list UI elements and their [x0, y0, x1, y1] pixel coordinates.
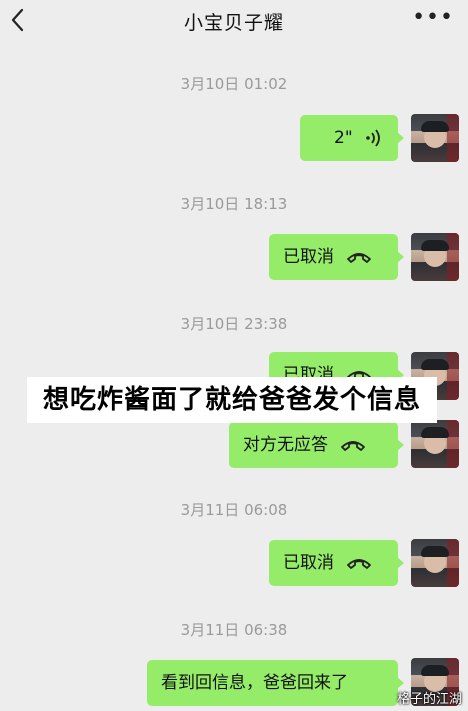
- avatar[interactable]: [411, 233, 459, 281]
- call-record-bubble[interactable]: 对方无应答: [229, 422, 404, 468]
- chat-header: 小宝贝子耀 •••: [0, 0, 468, 40]
- timestamp: 3月11日 06:38: [180, 621, 288, 639]
- watermark: 格子的江湖: [396, 692, 462, 707]
- video-caption: 想吃炸酱面了就给爸爸发个信息: [27, 377, 437, 423]
- voice-duration: 2": [334, 128, 353, 148]
- timestamp: 3月10日 01:02: [180, 75, 288, 93]
- call-status-text: 已取消: [283, 247, 334, 267]
- call-status-text: 对方无应答: [243, 435, 328, 455]
- chat-title: 小宝贝子耀: [183, 12, 284, 34]
- phone-hangup-icon: [340, 438, 366, 452]
- timestamp: 3月11日 06:08: [180, 501, 288, 519]
- timestamp: 3月10日 18:13: [180, 195, 288, 213]
- avatar[interactable]: [411, 114, 459, 162]
- phone-hangup-icon: [346, 250, 372, 264]
- call-status-text: 已取消: [283, 553, 334, 573]
- avatar[interactable]: [411, 420, 459, 468]
- more-options-button[interactable]: •••: [412, 7, 454, 29]
- text-message-bubble[interactable]: 看到回信息，爸爸回来了: [147, 660, 404, 706]
- call-record-bubble[interactable]: 已取消: [269, 540, 404, 586]
- call-record-bubble[interactable]: 已取消: [269, 234, 404, 280]
- voice-message-bubble[interactable]: 2": [300, 115, 404, 161]
- avatar[interactable]: [411, 539, 459, 587]
- phone-hangup-icon: [346, 556, 372, 570]
- voice-wave-icon: [365, 129, 381, 147]
- timestamp: 3月10日 23:38: [180, 315, 288, 333]
- message-text: 看到回信息，爸爸回来了: [161, 673, 348, 693]
